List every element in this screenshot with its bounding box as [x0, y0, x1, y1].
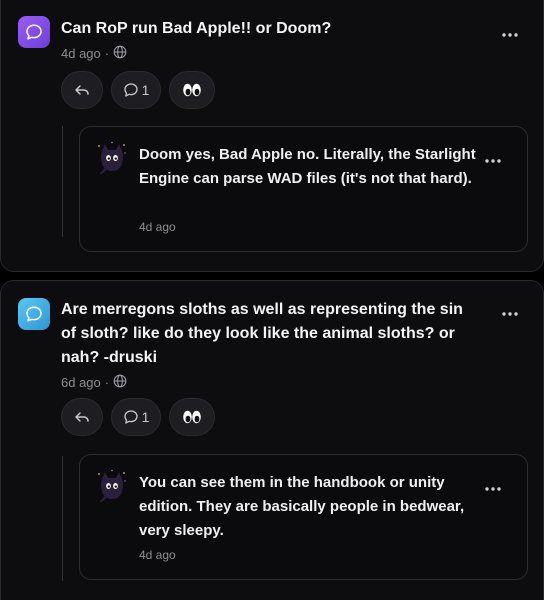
- question-card-1: Can RoP run Bad Apple!! or Doom? 4d ago …: [0, 0, 544, 272]
- more-horizontal-icon: [502, 312, 518, 316]
- comment-count: 1: [141, 82, 150, 98]
- answer-card-2: You can see them in the handbook or unit…: [79, 454, 528, 580]
- eyes-reaction-button[interactable]: [169, 398, 215, 436]
- reply-button[interactable]: [61, 398, 103, 436]
- answer-time: 4d ago: [139, 548, 176, 562]
- question-time: 4d ago: [61, 46, 101, 61]
- question-actions: 1: [61, 398, 215, 436]
- question-actions: 1: [61, 71, 215, 109]
- meta-separator: ·: [104, 375, 110, 390]
- globe-icon: [113, 45, 127, 62]
- answer-text: You can see them in the handbook or unit…: [139, 474, 465, 539]
- question-title: Can RoP run Bad Apple!! or Doom?: [61, 20, 332, 37]
- reply-arrow-icon: [75, 412, 89, 422]
- comment-icon: [123, 83, 138, 97]
- question-meta: 6d ago ·: [61, 374, 127, 391]
- more-horizontal-icon: [485, 159, 501, 163]
- thread-line: [62, 126, 63, 237]
- comment-count: 1: [141, 409, 150, 425]
- comment-icon: [123, 410, 138, 424]
- answer-card-1: Doom yes, Bad Apple no. Literally, the S…: [79, 126, 528, 252]
- eyes-emoji-icon: [183, 410, 201, 424]
- thread-line: [62, 456, 63, 581]
- globe-icon: [113, 374, 127, 391]
- more-horizontal-icon: [485, 487, 501, 491]
- cat-avatar-icon: [96, 141, 128, 177]
- meta-separator: ·: [104, 46, 110, 61]
- more-horizontal-icon: [502, 33, 518, 37]
- answer-time: 4d ago: [139, 220, 176, 234]
- question-more-button[interactable]: [498, 23, 522, 47]
- answer-text: Doom yes, Bad Apple no. Literally, the S…: [139, 146, 476, 187]
- answer-more-button[interactable]: [481, 149, 505, 173]
- eyes-reaction-button[interactable]: [169, 71, 215, 109]
- reply-button[interactable]: [61, 71, 103, 109]
- chat-bubble-icon: [18, 298, 50, 330]
- cat-avatar-icon: [96, 469, 128, 505]
- eyes-emoji-icon: [183, 83, 201, 97]
- reply-arrow-icon: [75, 85, 89, 95]
- chat-bubble-icon: [18, 16, 50, 48]
- question-title: Are merregons sloths as well as represen…: [61, 301, 463, 366]
- question-card-2: Are merregons sloths as well as represen…: [0, 280, 544, 600]
- answer-more-button[interactable]: [481, 477, 505, 501]
- comments-button[interactable]: 1: [111, 398, 161, 436]
- comments-button[interactable]: 1: [111, 71, 161, 109]
- question-more-button[interactable]: [498, 302, 522, 326]
- question-time: 6d ago: [61, 375, 101, 390]
- question-meta: 4d ago ·: [61, 45, 127, 62]
